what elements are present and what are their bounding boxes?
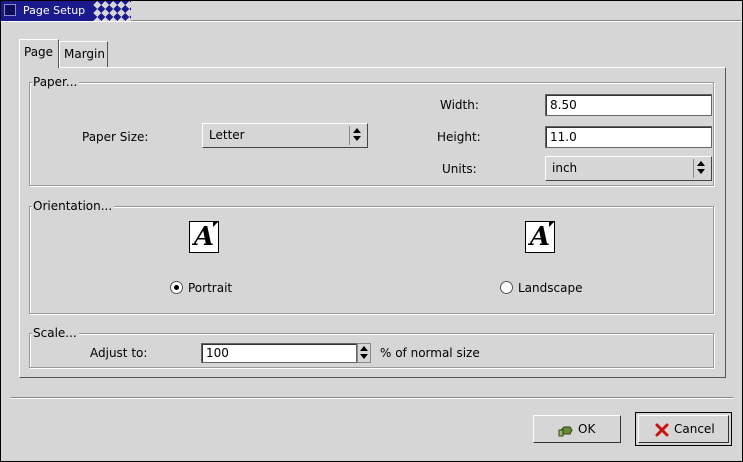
ok-hand-icon [558, 426, 573, 437]
scale-section-label: Scale... [32, 326, 79, 340]
units-label: Units: [442, 162, 477, 176]
select-arrows-icon [349, 126, 365, 145]
scale-suffix: % of normal size [380, 346, 480, 360]
window-title: Page Setup [23, 4, 86, 17]
tab-margin[interactable]: Margin [59, 41, 108, 67]
scale-spin-button[interactable] [357, 343, 371, 363]
tab-margin-label: Margin [64, 47, 105, 61]
paper-section-label: Paper... [32, 75, 80, 89]
title-bar-pattern [93, 1, 131, 21]
title-bar-divider [1, 21, 742, 22]
cancel-button-label: Cancel [674, 422, 715, 436]
adjust-to-label: Adjust to: [90, 346, 148, 360]
portrait-radio[interactable] [170, 281, 183, 294]
height-field[interactable]: 11.0 [545, 126, 712, 148]
button-separator [11, 397, 733, 399]
cancel-button[interactable]: Cancel [635, 412, 732, 446]
page-setup-dialog: Page Setup Page Margin Paper... Paper Si… [0, 0, 743, 462]
landscape-radio[interactable] [500, 281, 513, 294]
paper-size-select[interactable]: Letter [202, 123, 368, 148]
orientation-section-label: Orientation... [32, 199, 115, 213]
units-select[interactable]: inch [545, 156, 712, 181]
width-field[interactable]: 8.50 [545, 94, 712, 116]
orientation-frame [29, 206, 714, 314]
paper-size-value: Letter [209, 128, 245, 142]
landscape-page-icon: A [525, 221, 555, 253]
tab-page[interactable]: Page [19, 39, 59, 68]
paper-size-label: Paper Size: [82, 130, 149, 144]
cancel-x-icon [655, 423, 669, 437]
ok-button-label: OK [578, 422, 596, 436]
units-value: inch [552, 161, 578, 175]
scale-field[interactable]: 100 [201, 343, 357, 363]
select-arrows-icon [693, 159, 709, 178]
height-value: 11.0 [550, 130, 577, 144]
width-label: Width: [440, 98, 479, 112]
portrait-label[interactable]: Portrait [188, 281, 232, 295]
ok-button[interactable]: OK [533, 415, 621, 443]
landscape-label[interactable]: Landscape [518, 281, 582, 295]
tab-page-label: Page [24, 45, 54, 59]
scale-value: 100 [206, 346, 229, 360]
portrait-page-icon: A [189, 221, 219, 253]
width-value: 8.50 [550, 98, 577, 112]
window-menu-icon[interactable] [4, 4, 16, 16]
height-label: Height: [437, 130, 481, 144]
